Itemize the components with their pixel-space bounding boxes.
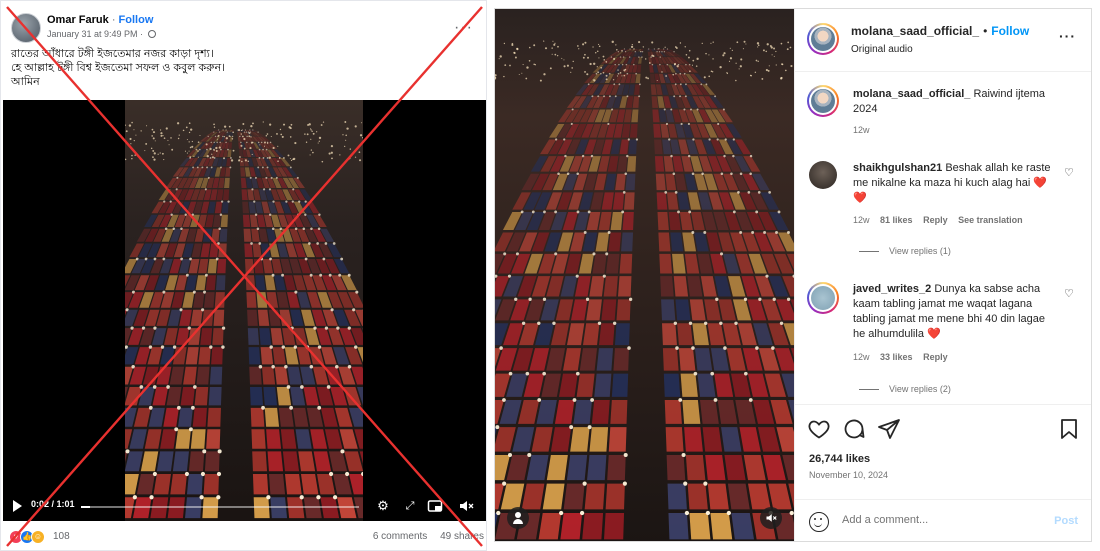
settings-icon[interactable]: ⚙ [375,498,391,514]
video-progress-fill [81,506,91,508]
expand-icon[interactable]: ⤢ [402,498,418,514]
comment-input[interactable] [842,514,1032,526]
heart-emoji: ❤️ [927,328,941,340]
post-footer: ♥ 👍 ☺ 108 6 comments 49 shares [9,528,484,546]
author-row: Omar Faruk · Follow [47,14,153,26]
reply-button[interactable]: Reply [923,215,948,225]
see-translation-button[interactable]: See translation [958,215,1023,225]
comment-item: javed_writes_2 Dunya ka sabse acha kaam … [795,282,1091,402]
author-name[interactable]: Omar Faruk [47,14,109,26]
commenter-avatar[interactable] [809,161,837,189]
caption-line: হে আল্লাহ টঙ্গী বিশ্ব ইজতেমা সফল ও কবুল … [11,62,226,74]
share-icon[interactable] [877,417,901,441]
likes-count[interactable]: 26,744 likes [809,453,870,465]
commenter-username[interactable]: javed_writes_2 [853,283,931,295]
comment-meta: 12w 33 likes Reply [853,352,956,362]
more-options-icon[interactable]: ··· [1059,28,1076,44]
caption-avatar[interactable] [807,85,839,117]
shares-count[interactable]: 49 shares [440,531,484,542]
comment-likes[interactable]: 81 likes [880,215,913,225]
timestamp-text: January 31 at 9:49 PM · [47,29,144,39]
post-header: molana_saad_official_ • Follow Original au… [795,9,1091,72]
more-options-icon[interactable]: ··· [454,19,473,37]
facebook-post: Omar Faruk · Follow January 31 at 9:49 P… [0,0,487,551]
post-header: Omar Faruk · Follow January 31 at 9:49 P… [9,11,479,45]
comment-age: 12w [853,352,870,362]
comparison-screenshot: Omar Faruk · Follow January 31 at 9:49 P… [0,0,1100,551]
user-tag-icon[interactable] [507,507,529,529]
commenter-avatar[interactable] [807,282,839,314]
comment-age: 12w [853,215,870,225]
author-avatar[interactable] [11,13,41,43]
engagement-stats: 6 comments 49 shares [363,531,484,542]
comment-meta: 12w 81 likes Reply See translation [853,215,1031,225]
instagram-post: molana_saad_official_ • Follow Original au… [494,8,1092,542]
post-caption: রাতের আঁধারে টঙ্গী ইজতেমার নজর কাড়া দৃশ… [11,47,471,89]
video-player[interactable]: 0:02 / 1:01 ⚙ ⤢ [3,100,486,521]
comment-item: shaikhgulshan21 Beshak allah ke raste me… [795,161,1091,271]
video-frame [495,9,794,541]
reaction-count[interactable]: 108 [53,531,70,542]
bookmark-icon[interactable] [1057,417,1081,441]
like-comment-icon[interactable]: ♡ [1064,288,1076,300]
add-comment-bar: Post [795,499,1091,541]
action-bar: 26,744 likes November 10, 2024 [795,404,1091,504]
emoji-icon[interactable] [809,512,829,532]
comment-body: shaikhgulshan21 Beshak allah ke raste me… [853,161,1058,206]
globe-icon [147,30,156,38]
post-date: November 10, 2024 [809,470,889,480]
view-replies-button[interactable]: View replies (2) [859,384,951,394]
haha-reaction-icon: ☺ [31,530,45,544]
author-username[interactable]: molana_saad_official_ [851,24,979,38]
caption-line: আমিন [11,76,40,88]
reply-button[interactable]: Reply [923,352,948,362]
mute-icon[interactable] [458,498,474,514]
mute-icon[interactable] [760,507,782,529]
comments-count[interactable]: 6 comments [373,531,427,542]
post-timestamp[interactable]: January 31 at 9:49 PM · [47,29,156,39]
caption-line: রাতের আঁধারে টঙ্গী ইজতেমার নজর কাড়া দৃশ… [11,48,214,60]
post-comment-button[interactable]: Post [1054,515,1078,527]
follow-button[interactable]: Follow [119,14,154,26]
like-comment-icon[interactable]: ♡ [1064,167,1076,179]
heart-icon[interactable] [807,417,831,441]
video-controls: 0:02 / 1:01 ⚙ ⤢ [3,493,486,521]
video-progress-bar[interactable] [81,506,359,508]
video-timecode: 0:02 / 1:01 [31,499,75,509]
comment-body: javed_writes_2 Dunya ka sabse acha kaam … [853,282,1058,342]
caption-age: 12w [853,125,870,135]
follow-button[interactable]: Follow [991,24,1029,38]
separator: · [111,14,116,26]
comment-icon[interactable] [842,417,866,441]
author-avatar[interactable] [807,23,839,55]
comments-section: molana_saad_official_ Raiwind ijtema 202… [795,73,1091,403]
commenter-username[interactable]: shaikhgulshan21 [853,162,942,174]
video-frame [125,100,363,521]
audio-label[interactable]: Original audio [851,44,913,55]
caption-username[interactable]: molana_saad_official_ [853,88,970,100]
separator: • [983,24,988,38]
author-row: molana_saad_official_ • Follow [851,24,1029,38]
play-icon[interactable] [13,500,22,512]
view-replies-button[interactable]: View replies (1) [859,246,951,256]
post-caption: molana_saad_official_ Raiwind ijtema 202… [853,87,1065,117]
reel-video[interactable] [495,9,794,541]
comment-likes[interactable]: 33 likes [880,352,913,362]
post-sidebar: molana_saad_official_ • Follow Original au… [794,9,1091,541]
pip-icon[interactable] [427,498,443,514]
